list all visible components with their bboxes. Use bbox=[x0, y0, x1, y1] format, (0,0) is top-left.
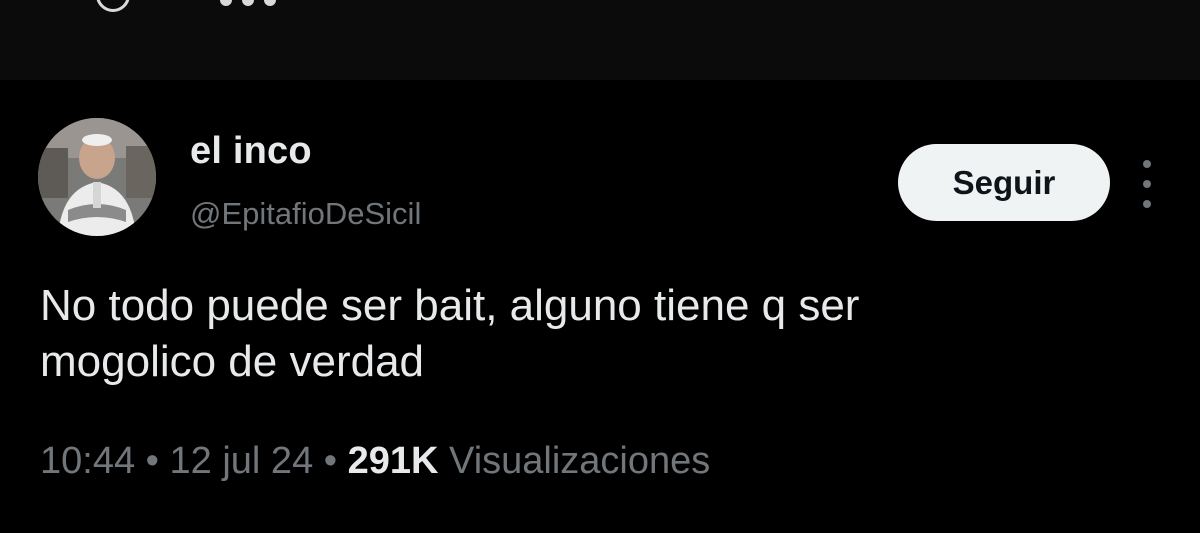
avatar-image bbox=[38, 118, 156, 236]
follow-button[interactable]: Seguir bbox=[898, 144, 1110, 221]
meta-separator: • bbox=[145, 440, 159, 482]
tweet-text: No todo puede ser bait, alguno tiene q s… bbox=[40, 281, 860, 386]
views-label: Visualizaciones bbox=[449, 440, 711, 482]
display-name[interactable]: el inco bbox=[190, 130, 312, 173]
top-navigation-bar bbox=[0, 0, 1200, 80]
meta-separator: • bbox=[323, 440, 338, 482]
more-dot bbox=[1143, 160, 1151, 168]
tweet-date[interactable]: 12 jul 24 bbox=[170, 440, 314, 482]
back-icon[interactable] bbox=[96, 0, 130, 12]
user-handle[interactable]: @EpitafioDeSicil bbox=[190, 196, 421, 232]
more-dot bbox=[1143, 200, 1151, 208]
tweet-time[interactable]: 10:44 bbox=[40, 440, 135, 482]
views-count[interactable]: 291K bbox=[348, 440, 439, 482]
more-options-icon[interactable] bbox=[1130, 160, 1164, 208]
avatar[interactable] bbox=[38, 118, 156, 236]
overflow-dots-icon[interactable] bbox=[220, 0, 276, 6]
more-dot bbox=[1143, 180, 1151, 188]
tweet-metadata: 10:44 • 12 jul 24 • 291K Visualizaciones bbox=[40, 440, 710, 483]
